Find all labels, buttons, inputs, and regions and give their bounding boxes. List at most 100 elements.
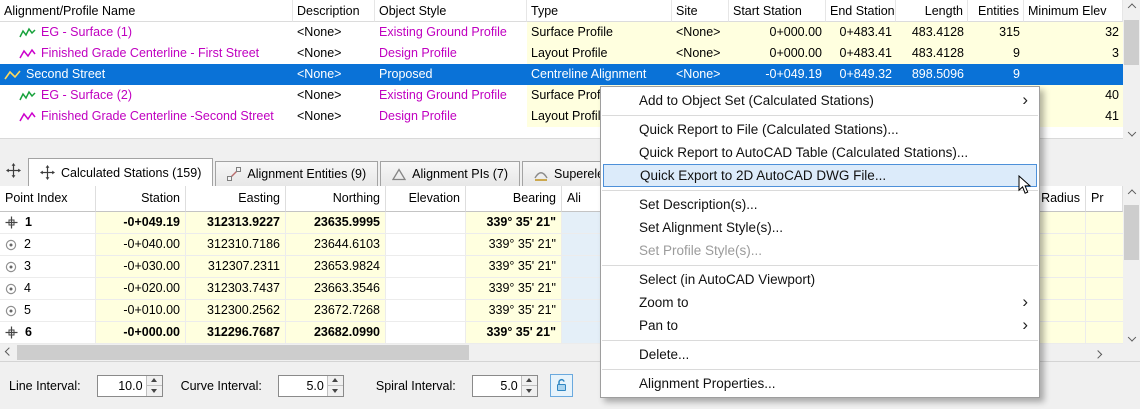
col-header-length[interactable]: Length bbox=[896, 0, 968, 22]
scroll-down-button[interactable] bbox=[1123, 327, 1140, 344]
cell-length: 483.4128 bbox=[896, 22, 968, 43]
cell-northing: 23682.0990 bbox=[286, 322, 386, 344]
tab-calculated-stations[interactable]: Calculated Stations (159) bbox=[28, 158, 213, 186]
cell-easting: 312296.7687 bbox=[186, 322, 286, 344]
menu-separator bbox=[602, 190, 1038, 191]
spin-up-button[interactable] bbox=[328, 376, 343, 387]
curve-interval-input[interactable] bbox=[279, 376, 327, 396]
menu-item-pan-to[interactable]: Pan to › bbox=[601, 314, 1039, 337]
menu-item-label: Zoom to bbox=[639, 295, 689, 310]
col-header-pr[interactable]: Pr bbox=[1086, 186, 1123, 212]
scroll-right-button[interactable] bbox=[1089, 344, 1106, 361]
cell-station: -0+000.00 bbox=[96, 322, 186, 344]
menu-separator bbox=[602, 265, 1038, 266]
scroll-up-button[interactable] bbox=[1123, 0, 1140, 17]
menu-item-add-to-object-set[interactable]: Add to Object Set (Calculated Stations) … bbox=[601, 89, 1039, 112]
triangle-up-icon bbox=[151, 378, 157, 382]
col-header-station[interactable]: Station bbox=[96, 186, 186, 212]
cell-easting: 312303.7437 bbox=[186, 278, 286, 300]
col-header-bearing[interactable]: Bearing bbox=[466, 186, 562, 212]
cell-end-station: 0+483.41 bbox=[826, 22, 896, 43]
col-header-elevation[interactable]: Elevation bbox=[386, 186, 466, 212]
col-header-description[interactable]: Description bbox=[293, 0, 375, 22]
alignment-row-fg-first-street[interactable]: Finished Grade Centerline - First Street… bbox=[0, 43, 1123, 64]
scrollbar-corner bbox=[1106, 344, 1140, 361]
alignment-table-header: Alignment/Profile Name Description Objec… bbox=[0, 0, 1123, 22]
cell-length: 483.4128 bbox=[896, 43, 968, 64]
col-header-alignment-name[interactable]: Alignment/Profile Name bbox=[0, 0, 293, 22]
submenu-arrow-icon: › bbox=[1022, 291, 1028, 313]
tab-alignment-entities[interactable]: Alignment Entities (9) bbox=[215, 161, 378, 186]
cell-pr bbox=[1086, 300, 1123, 322]
vertical-scrollbar-stations[interactable] bbox=[1123, 186, 1140, 344]
spin-up-button[interactable] bbox=[522, 376, 537, 387]
cell-description: <None> bbox=[293, 106, 375, 127]
menu-separator bbox=[602, 115, 1038, 116]
context-menu: Add to Object Set (Calculated Stations) … bbox=[600, 86, 1040, 398]
cell-name: Finished Grade Centerline -Second Street bbox=[0, 106, 293, 127]
menu-item-quick-export-to-2d-dwg[interactable]: Quick Export to 2D AutoCAD DWG File... bbox=[603, 164, 1037, 187]
spiral-interval-stepper[interactable] bbox=[472, 375, 538, 397]
tab-label: Calculated Stations (159) bbox=[61, 166, 201, 180]
col-header-start-station[interactable]: Start Station bbox=[729, 0, 826, 22]
triangle-pi-icon bbox=[392, 168, 406, 181]
spin-down-button[interactable] bbox=[328, 386, 343, 396]
menu-item-quick-report-to-autocad-table[interactable]: Quick Report to AutoCAD Table (Calculate… bbox=[601, 141, 1039, 164]
scroll-down-button[interactable] bbox=[1123, 122, 1140, 139]
profile-name: Finished Grade Centerline -Second Street bbox=[41, 106, 274, 127]
lock-intervals-button[interactable] bbox=[550, 374, 573, 397]
point-index: 3 bbox=[24, 256, 31, 277]
alignment-icon bbox=[4, 69, 21, 81]
cell-name: EG - Surface (1) bbox=[0, 22, 293, 43]
vertical-scrollbar-top-table[interactable] bbox=[1123, 0, 1140, 139]
cell-northing: 23672.7268 bbox=[286, 300, 386, 322]
station-points-icon bbox=[40, 165, 55, 180]
menu-item-delete[interactable]: Delete... bbox=[601, 343, 1039, 366]
menu-item-set-descriptions[interactable]: Set Description(s)... bbox=[601, 193, 1039, 216]
col-header-type[interactable]: Type bbox=[527, 0, 672, 22]
cell-station: -0+040.00 bbox=[96, 234, 186, 256]
chevron-down-icon bbox=[1127, 333, 1135, 341]
pan-handle[interactable] bbox=[6, 163, 21, 181]
menu-item-select-in-autocad-viewport[interactable]: Select (in AutoCAD Viewport) bbox=[601, 268, 1039, 291]
line-interval-input[interactable] bbox=[98, 376, 146, 396]
col-header-entities[interactable]: Entities bbox=[968, 0, 1024, 22]
col-header-northing[interactable]: Northing bbox=[286, 186, 386, 212]
spin-down-button[interactable] bbox=[522, 386, 537, 396]
cell-end-station: 0+849.32 bbox=[826, 64, 896, 85]
menu-item-zoom-to[interactable]: Zoom to › bbox=[601, 291, 1039, 314]
cell-object-style: Existing Ground Profile bbox=[375, 22, 527, 43]
alignment-row-second-street-selected[interactable]: Second Street <None> Proposed Centreline… bbox=[0, 64, 1123, 85]
menu-item-label: Quick Export to 2D AutoCAD DWG File... bbox=[640, 168, 886, 183]
cell-pr bbox=[1086, 322, 1123, 344]
cell-bearing: 339° 35' 21" bbox=[466, 322, 562, 344]
cell-description: <None> bbox=[293, 85, 375, 106]
col-header-easting[interactable]: Easting bbox=[186, 186, 286, 212]
spin-up-button[interactable] bbox=[147, 376, 162, 387]
menu-item-alignment-properties[interactable]: Alignment Properties... bbox=[601, 372, 1039, 395]
alignment-row-eg-surface-1[interactable]: EG - Surface (1) <None> Existing Ground … bbox=[0, 22, 1123, 43]
scrollbar-thumb[interactable] bbox=[1124, 205, 1139, 260]
scroll-left-button[interactable] bbox=[0, 344, 17, 361]
menu-item-set-alignment-styles[interactable]: Set Alignment Style(s)... bbox=[601, 216, 1039, 239]
col-header-site[interactable]: Site bbox=[672, 0, 729, 22]
triangle-down-icon bbox=[526, 389, 532, 393]
spiral-interval-input[interactable] bbox=[473, 376, 521, 396]
curve-interval-stepper[interactable] bbox=[278, 375, 344, 397]
menu-item-label: Alignment Properties... bbox=[639, 376, 776, 391]
tab-alignment-pis[interactable]: Alignment PIs (7) bbox=[380, 161, 520, 186]
cell-pr bbox=[1086, 256, 1123, 278]
spin-down-button[interactable] bbox=[147, 386, 162, 396]
col-header-point-index[interactable]: Point Index bbox=[0, 186, 96, 212]
line-interval-stepper[interactable] bbox=[97, 375, 163, 397]
menu-item-quick-report-to-file[interactable]: Quick Report to File (Calculated Station… bbox=[601, 118, 1039, 141]
col-header-end-station[interactable]: End Station bbox=[826, 0, 896, 22]
scrollbar-thumb[interactable] bbox=[17, 345, 469, 360]
col-header-minimum-elev[interactable]: Minimum Elev bbox=[1024, 0, 1123, 22]
scrollbar-thumb[interactable] bbox=[1124, 20, 1139, 65]
scroll-up-button[interactable] bbox=[1123, 186, 1140, 203]
design-profile-icon bbox=[19, 111, 36, 123]
col-header-object-style[interactable]: Object Style bbox=[375, 0, 527, 22]
cell-point-index: 4 bbox=[0, 278, 96, 300]
cell-northing: 23663.3546 bbox=[286, 278, 386, 300]
